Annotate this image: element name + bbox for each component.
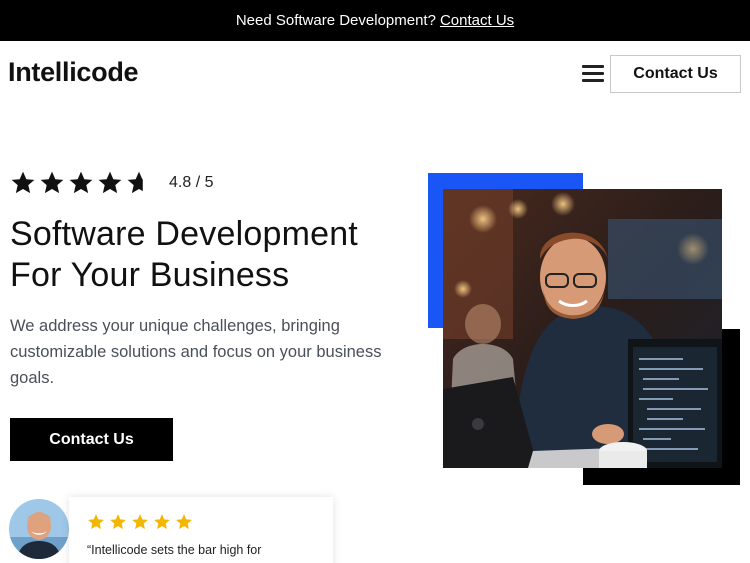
logo[interactable]: Intellicode bbox=[8, 57, 139, 88]
rating: 4.8 / 5 bbox=[10, 170, 213, 196]
testimonial-card: “Intellicode sets the bar high for bbox=[69, 497, 333, 563]
announcement-bar: Need Software Development? Contact Us bbox=[0, 0, 750, 41]
star-icon bbox=[176, 514, 192, 529]
hero-title-line-1: Software Development bbox=[10, 215, 358, 253]
star-icon bbox=[132, 514, 148, 529]
hero-title-line-2: For Your Business bbox=[10, 256, 290, 294]
hero-title: Software Development For Your Business bbox=[10, 214, 410, 296]
hero-contact-button[interactable]: Contact Us bbox=[10, 418, 173, 461]
star-half-icon bbox=[127, 171, 143, 194]
star-icon bbox=[40, 171, 64, 194]
announcement-contact-link[interactable]: Contact Us bbox=[440, 12, 514, 29]
announcement-text: Need Software Development? bbox=[235, 12, 436, 29]
star-icon bbox=[154, 514, 170, 529]
rating-value: 4.8 / 5 bbox=[169, 174, 214, 191]
star-icon bbox=[69, 171, 93, 194]
testimonial-stars bbox=[87, 513, 197, 531]
star-icon bbox=[98, 171, 122, 194]
star-icon bbox=[110, 514, 126, 529]
header-contact-button[interactable]: Contact Us bbox=[610, 55, 741, 93]
testimonial-quote: “Intellicode sets the bar high for bbox=[87, 543, 262, 557]
avatar bbox=[9, 499, 69, 559]
hamburger-icon[interactable] bbox=[582, 65, 604, 83]
star-icon bbox=[88, 514, 104, 529]
developer-photo bbox=[443, 189, 722, 468]
star-icon bbox=[11, 171, 35, 194]
site-header: Intellicode Contact Us bbox=[0, 41, 750, 109]
hero-description: We address your unique challenges, bring… bbox=[10, 317, 382, 387]
